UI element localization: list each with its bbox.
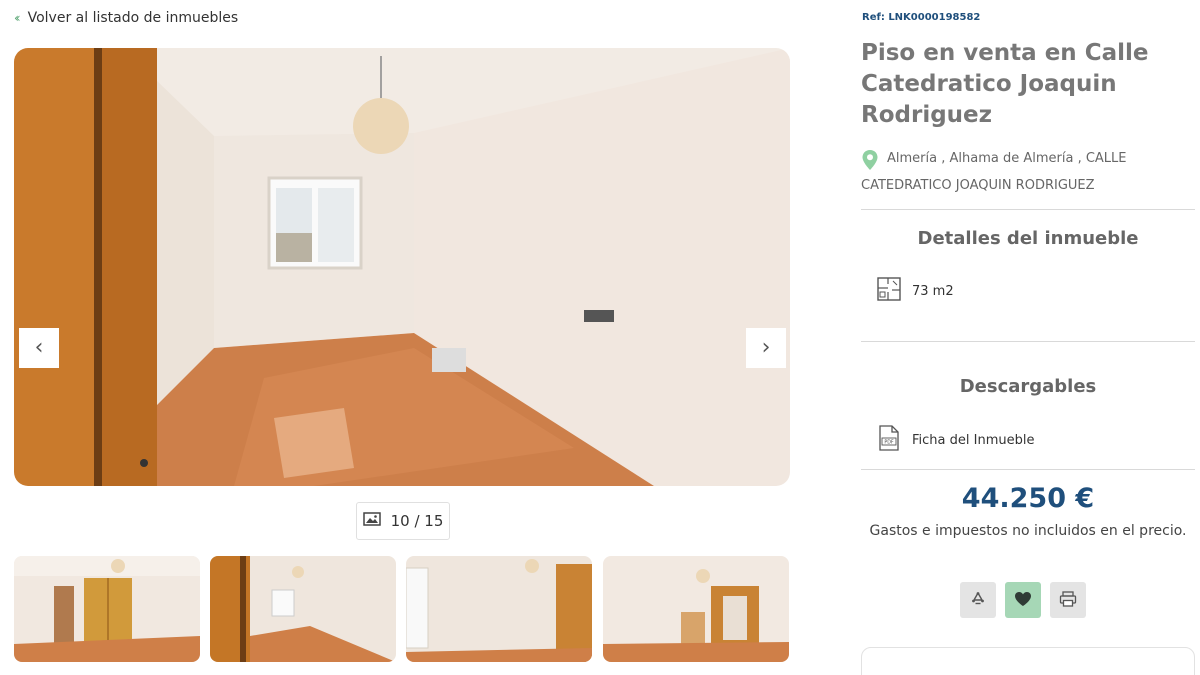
recycle-share-icon [970,591,986,610]
main-photo[interactable]: ‹ › [14,48,790,486]
thumbnail-2[interactable] [210,556,396,662]
downloads-heading: Descargables [959,376,1097,397]
chevron-left-icon: ‹ [34,335,44,360]
print-button[interactable] [1050,582,1086,618]
photo-counter: 10 / 15 [356,502,450,540]
share-button[interactable] [960,582,996,618]
details-heading: Detalles del inmueble [917,228,1139,249]
thumbnail-4[interactable] [603,556,789,662]
heart-icon [1014,591,1032,610]
svg-text:PDF: PDF [884,440,894,446]
printer-icon [1059,590,1077,610]
thumbnail-1[interactable] [14,556,200,662]
property-price: 44.250 € [961,483,1095,514]
prev-photo-button[interactable]: ‹ [19,328,59,368]
property-title: Piso en venta en Calle Catedratico Joaqu… [861,40,1149,128]
address-line-1: Almería , Alhama de Almería , CALLE [887,151,1127,166]
address-line-2: CATEDRATICO JOAQUIN RODRIGUEZ [861,178,1095,193]
area-value: 73 m2 [912,283,954,299]
contact-card [861,647,1195,675]
floor-plan-icon [876,276,902,306]
favorite-button[interactable] [1005,582,1041,618]
back-link-label: Volver al listado de inmuebles [27,10,239,26]
download-property-sheet-link[interactable]: PDF Ficha del Inmueble [876,424,1034,456]
double-chevron-left-icon: ‹‹ [14,11,20,25]
property-reference: Ref: LNK0000198582 [862,12,981,23]
image-icon [362,512,381,530]
divider [861,209,1195,210]
next-photo-button[interactable]: › [746,328,786,368]
price-note: Gastos e impuestos no incluidos en el pr… [869,523,1187,539]
photo-counter-text: 10 / 15 [390,512,444,530]
pdf-file-icon: PDF [876,424,902,456]
divider [861,469,1195,470]
map-pin-icon [861,149,879,175]
back-to-listing-link[interactable]: ‹‹ Volver al listado de inmuebles [14,10,238,26]
divider [861,341,1195,342]
download-item-label: Ficha del Inmueble [912,432,1035,448]
chevron-right-icon: › [761,335,771,360]
thumbnail-3[interactable] [406,556,592,662]
property-address: Almería , Alhama de Almería , CALLE [861,150,1191,175]
area-feature: 73 m2 [876,276,954,306]
